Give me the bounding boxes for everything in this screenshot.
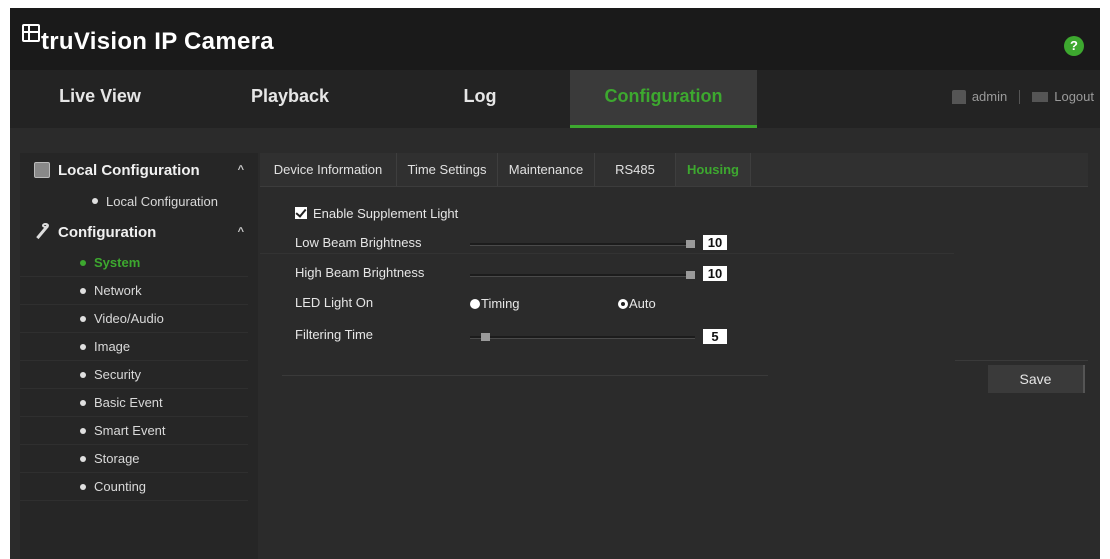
divider <box>1019 89 1021 104</box>
radio-circle[interactable] <box>470 298 480 309</box>
enable-supplement-light-checkbox[interactable] <box>295 207 307 219</box>
filtering-time-slider-track[interactable] <box>470 336 695 339</box>
subtab-maintenance[interactable]: Maintenance <box>498 153 595 186</box>
high-beam-value[interactable]: 10 <box>703 266 727 281</box>
logout-icon[interactable] <box>1032 91 1049 102</box>
tab-configuration[interactable]: Configuration <box>570 70 757 128</box>
sidebar-item-system[interactable]: System <box>20 249 248 277</box>
sidebar-item-smart-event[interactable]: Smart Event <box>20 417 248 445</box>
filtering-time-label: Filtering Time <box>295 326 374 342</box>
sidebar-item-video-audio[interactable]: Video/Audio <box>20 305 248 333</box>
sidebar-item-storage[interactable]: Storage <box>20 445 248 473</box>
sidebar-item-label: Video/Audio <box>94 311 164 326</box>
sidebar-item-label: Storage <box>94 451 140 466</box>
bullet-icon <box>80 455 86 462</box>
low-beam-brightness-label: Low Beam Brightness <box>295 234 422 250</box>
bullet-icon <box>80 483 86 490</box>
save-button[interactable]: Save <box>988 365 1085 393</box>
sidebar-item-label: Local Configuration <box>106 193 219 209</box>
sidebar-item-image[interactable]: Image <box>20 333 248 361</box>
filtering-time-slider-thumb[interactable] <box>480 333 490 341</box>
collapse-caret-icon[interactable]: ^ <box>238 164 244 176</box>
sidebar-item-label: Basic Event <box>94 395 163 410</box>
sidebar-item-label: Counting <box>94 479 147 494</box>
low-beam-slider-thumb[interactable] <box>686 240 695 248</box>
sidebar-item-label: Network <box>94 283 142 298</box>
tab-log[interactable]: Log <box>390 70 570 128</box>
help-icon[interactable]: ? <box>1064 36 1084 56</box>
divider <box>955 360 1088 361</box>
bullet-icon <box>80 287 86 294</box>
divider <box>282 375 768 376</box>
sidebar-item-network[interactable]: Network <box>20 277 248 305</box>
bullet-icon <box>80 315 86 322</box>
section-title: Local Configuration <box>58 161 200 179</box>
radio-timing-label: Timing <box>481 296 520 311</box>
radio-auto[interactable]: Auto <box>618 296 656 311</box>
local-config-icon <box>34 162 50 178</box>
divider <box>260 253 954 254</box>
brand-name: truVision IP Camera <box>41 28 274 55</box>
header-bar: truVision IP Camera ? <box>10 8 1100 70</box>
sidebar-item-counting[interactable]: Counting <box>20 473 248 501</box>
tab-playback[interactable]: Playback <box>200 70 380 128</box>
sidebar-item-label: System <box>94 255 141 270</box>
brand-logo: truVision IP Camera <box>22 22 274 56</box>
sidebar-item-label: Image <box>94 339 131 354</box>
subtab-rs485[interactable]: RS485 <box>595 153 676 186</box>
sidebar-section-configuration[interactable]: Configuration ^ <box>20 215 258 249</box>
sidebar-item-label: Security <box>94 367 141 382</box>
sidebar-item-basic-event[interactable]: Basic Event <box>20 389 248 417</box>
sidebar: Local Configuration ^ Local Configuratio… <box>20 153 258 559</box>
bullet-icon <box>92 198 98 204</box>
subtab-device-information[interactable]: Device Information <box>260 153 397 186</box>
logout-link[interactable]: Logout <box>1054 89 1094 104</box>
config-content: Device Information Time Settings Mainten… <box>260 153 1088 559</box>
filtering-time-value[interactable]: 5 <box>703 329 727 344</box>
app-window: truVision IP Camera ? Live View Playback… <box>10 8 1100 559</box>
sidebar-item-label: Smart Event <box>94 423 166 438</box>
high-beam-brightness-label: High Beam Brightness <box>295 264 425 280</box>
truvision-logo-icon <box>22 24 40 42</box>
bullet-icon <box>80 343 86 350</box>
high-beam-slider-track[interactable] <box>470 274 695 277</box>
main-nav: Live View Playback Log Configuration adm… <box>10 70 1100 128</box>
high-beam-slider-thumb[interactable] <box>686 271 695 279</box>
user-area: admin Logout <box>951 89 1094 104</box>
bullet-icon <box>80 259 86 266</box>
system-subtabs: Device Information Time Settings Mainten… <box>260 153 1088 187</box>
subtab-housing[interactable]: Housing <box>676 153 751 186</box>
user-icon <box>951 89 966 104</box>
subtab-time-settings[interactable]: Time Settings <box>397 153 498 186</box>
sidebar-item-security[interactable]: Security <box>20 361 248 389</box>
low-beam-slider-track[interactable] <box>470 243 695 246</box>
radio-auto-label: Auto <box>629 296 656 311</box>
sidebar-section-local-configuration[interactable]: Local Configuration ^ <box>20 153 258 187</box>
radio-timing[interactable]: Timing <box>470 296 520 311</box>
bullet-icon <box>80 427 86 434</box>
led-light-on-label: LED Light On <box>295 294 374 310</box>
enable-supplement-light[interactable]: Enable Supplement Light <box>295 202 458 224</box>
bullet-icon <box>80 371 86 378</box>
enable-supplement-light-label: Enable Supplement Light <box>313 205 459 221</box>
collapse-caret-icon[interactable]: ^ <box>238 226 244 238</box>
bullet-icon <box>80 399 86 406</box>
tab-live-view[interactable]: Live View <box>10 70 190 128</box>
section-title: Configuration <box>58 223 157 241</box>
wrench-icon <box>34 223 50 240</box>
radio-circle[interactable] <box>618 298 628 309</box>
sidebar-item-local-configuration[interactable]: Local Configuration <box>20 187 248 215</box>
low-beam-value[interactable]: 10 <box>703 235 727 250</box>
username: admin <box>971 89 1008 104</box>
